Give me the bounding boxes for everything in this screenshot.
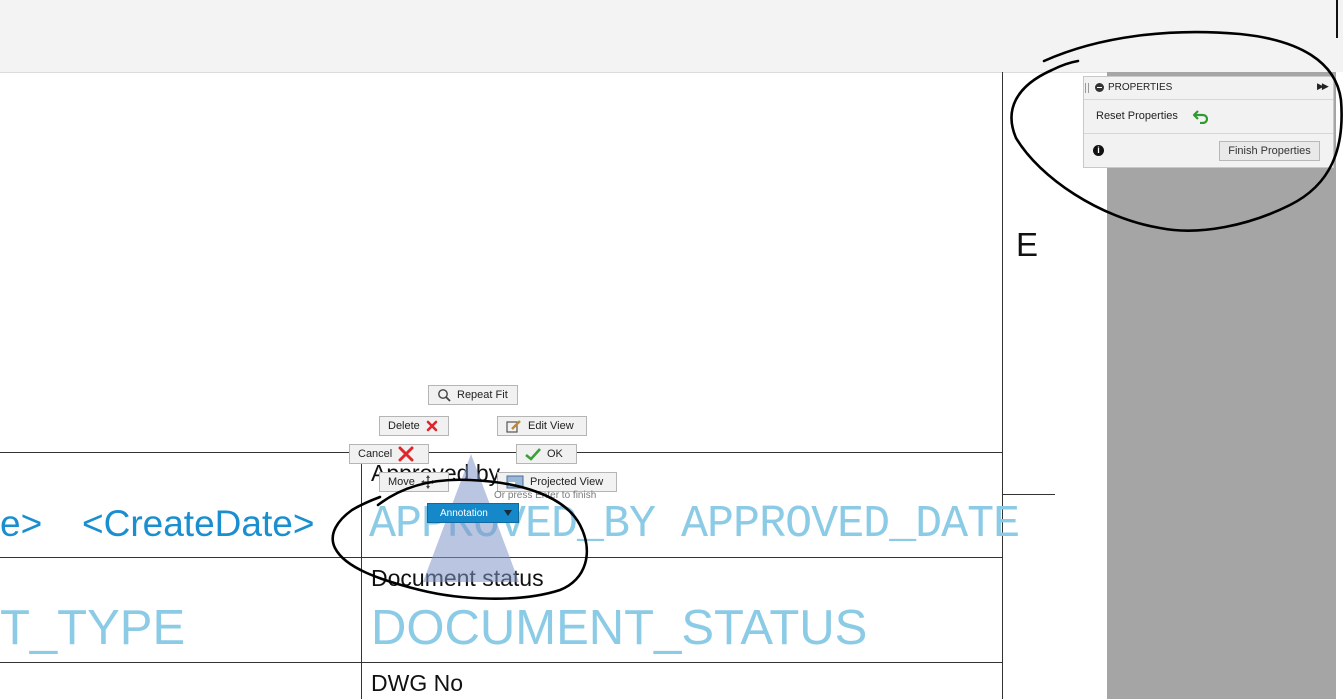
- sketch-annotation-overlay: [331, 30, 1343, 600]
